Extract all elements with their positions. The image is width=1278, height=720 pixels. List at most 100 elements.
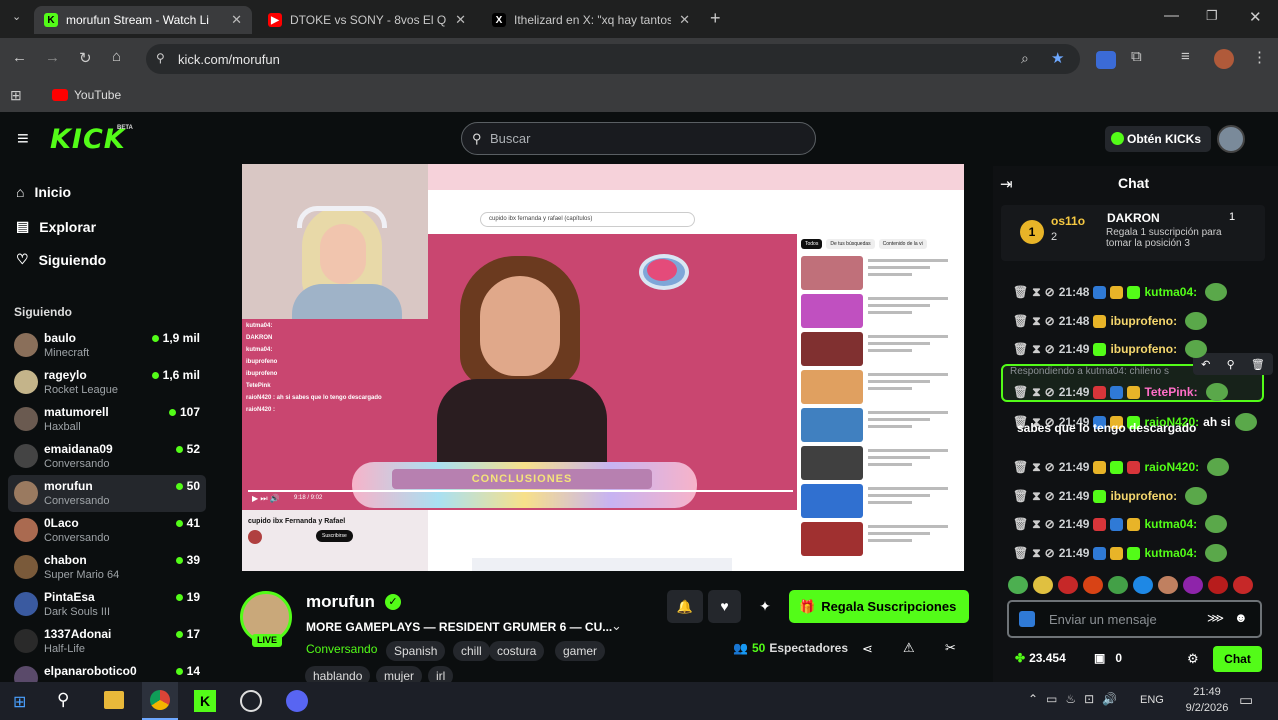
close-tab-icon[interactable]: ✕ <box>231 12 242 28</box>
expand-title-icon[interactable]: ⌄ <box>611 618 622 634</box>
ban-icon[interactable]: ⊘ <box>1045 517 1055 531</box>
emote-icon[interactable] <box>1083 576 1103 594</box>
language-indicator[interactable]: ENG <box>1140 694 1164 706</box>
trash-icon[interactable]: 🗑 <box>1013 285 1028 299</box>
hamburger-menu-icon[interactable]: ≡ <box>17 128 29 151</box>
trash-icon[interactable]: 🗑 <box>1013 546 1028 560</box>
back-icon[interactable]: ← <box>12 49 27 66</box>
subs-count[interactable]: ▣ 0 <box>1094 651 1122 665</box>
timeout-icon[interactable]: ⧗ <box>1032 517 1040 532</box>
video-player[interactable]: cupido ibx fernanda y rafael (capítulos)… <box>242 164 964 571</box>
chat-message[interactable]: 🗑 ⧗ ⊘ 21:49 raioN420: <box>1013 458 1230 476</box>
nav-following[interactable]: ♡ Siguiendo <box>16 251 106 268</box>
tab-search-icon[interactable]: ⌄ <box>12 10 21 23</box>
taskbar-search-icon[interactable]: ⚲ <box>57 690 69 710</box>
delete-icon[interactable]: 🗑 <box>1251 358 1265 371</box>
stream-tag[interactable]: Spanish <box>386 641 446 661</box>
extensions-puzzle-icon[interactable]: ⧉ <box>1131 48 1142 65</box>
chat-message[interactable]: 🗑 ⧗ ⊘ 21:49 kutma04: <box>1013 544 1228 562</box>
stream-tag[interactable]: chill <box>453 641 490 661</box>
kick-app-icon[interactable]: K <box>194 690 216 712</box>
sidebar-channel-rageylo[interactable]: rageylo Rocket League 1,6 mil <box>8 364 206 401</box>
sidebar-channel-morufun[interactable]: morufun Conversando 50 <box>8 475 206 512</box>
send-chat-button[interactable]: Chat <box>1213 646 1262 672</box>
clock-time[interactable]: 21:49 <box>1186 686 1228 698</box>
sidebar-channel-matumorell[interactable]: matumorell Haxball 107 <box>8 401 206 438</box>
clip-icon[interactable]: ✂ <box>945 640 956 656</box>
extension-icon[interactable] <box>1096 51 1116 69</box>
discord-icon[interactable] <box>286 690 308 712</box>
timeout-icon[interactable]: ⧗ <box>1032 489 1040 504</box>
bookmark-youtube[interactable]: YouTube <box>52 88 121 102</box>
home-icon[interactable]: ⌂ <box>112 48 121 65</box>
sidebar-channel-emaidana09[interactable]: emaidana09 Conversando 52 <box>8 438 206 475</box>
gift-button[interactable]: ✦ <box>750 590 780 623</box>
search-input[interactable]: ⚲ Buscar <box>461 122 816 155</box>
get-kicks-button[interactable]: Obtén KICKs <box>1105 126 1211 152</box>
notifications-bell-button[interactable]: 🔔 <box>667 590 703 623</box>
stream-tag[interactable]: costura <box>489 641 545 661</box>
trash-icon[interactable]: 🗑 <box>1013 385 1028 399</box>
reload-icon[interactable]: ↻ <box>79 49 92 67</box>
apps-grid-icon[interactable]: ⊞ <box>10 87 22 104</box>
kick-logo[interactable]: KICK <box>50 124 126 155</box>
close-window-icon[interactable]: ✕ <box>1249 8 1262 26</box>
stream-tag[interactable]: gamer <box>555 641 606 661</box>
emote-icon[interactable] <box>1133 576 1153 594</box>
tab-morufun[interactable]: K morufun Stream - Watch Li ✕ <box>34 6 252 34</box>
emote-icon[interactable] <box>1183 576 1203 594</box>
timeout-icon[interactable]: ⧗ <box>1032 342 1040 357</box>
chrome-taskbar-button[interactable] <box>142 682 178 720</box>
system-tray-icons[interactable]: ⌃▭♨⊡🔊 <box>1028 692 1125 706</box>
minimize-icon[interactable]: — <box>1164 7 1179 24</box>
kicks-balance[interactable]: ✤ 23.454 <box>1015 651 1066 665</box>
emote-icon[interactable] <box>1058 576 1078 594</box>
chat-settings-gear-icon[interactable]: ⚙ <box>1187 651 1199 667</box>
chat-username[interactable]: ibuprofeno: <box>1110 489 1177 503</box>
profile-avatar[interactable] <box>1214 49 1234 69</box>
stream-category[interactable]: Conversando <box>306 642 377 656</box>
bookmark-star-icon[interactable]: ★ <box>1051 49 1064 67</box>
timeout-icon[interactable]: ⧗ <box>1032 285 1040 300</box>
gift-subs-button[interactable]: 🎁 Regala Suscripciones <box>789 590 969 623</box>
collapse-chat-icon[interactable]: ⇥ <box>1000 175 1013 193</box>
chat-username[interactable]: ibuprofeno: <box>1110 314 1177 328</box>
sidebar-channel-baulo[interactable]: baulo Minecraft 1,9 mil <box>8 327 206 364</box>
trash-icon[interactable]: 🗑 <box>1013 489 1028 503</box>
emote-icon[interactable] <box>1008 576 1028 594</box>
trash-icon[interactable]: 🗑 <box>1013 342 1028 356</box>
chat-message[interactable]: 🗑 ⧗ ⊘ 21:48 kutma04: <box>1013 283 1228 301</box>
obs-icon[interactable] <box>240 690 262 712</box>
chat-message[interactable]: 🗑 ⧗ ⊘ 21:49 ibuprofeno: <box>1013 340 1208 358</box>
chat-username[interactable]: kutma04: <box>1144 546 1197 560</box>
chat-input[interactable]: Enviar un mensaje ⋙ ☻ <box>1007 600 1262 638</box>
clock-date[interactable]: 9/2/2026 <box>1181 702 1233 714</box>
chat-username[interactable]: kutma04: <box>1144 517 1197 531</box>
chat-username[interactable]: raioN420: <box>1144 460 1199 474</box>
media-controls-icon[interactable]: ≡ <box>1181 48 1190 65</box>
sidebar-channel-0laco[interactable]: 0Laco Conversando 41 <box>8 512 206 549</box>
close-tab-icon[interactable]: ✕ <box>455 12 466 28</box>
nav-explore[interactable]: ▤ Explorar <box>16 218 96 235</box>
ban-icon[interactable]: ⊘ <box>1045 385 1055 399</box>
ban-icon[interactable]: ⊘ <box>1045 546 1055 560</box>
ban-icon[interactable]: ⊘ <box>1045 342 1055 356</box>
emoji-icon[interactable]: ☻ <box>1234 610 1248 625</box>
site-info-icon[interactable]: ⚲ <box>156 51 165 65</box>
restore-icon[interactable]: ❐ <box>1206 8 1218 24</box>
emote-icon[interactable] <box>1233 576 1253 594</box>
chat-username[interactable]: kutma04: <box>1144 285 1197 299</box>
emote-icon[interactable] <box>1208 576 1228 594</box>
reply-icon[interactable]: ↶ <box>1201 358 1210 371</box>
file-explorer-icon[interactable] <box>104 691 124 709</box>
tab-x[interactable]: X Ithelizard en X: "xq hay tantos p ✕ <box>482 6 700 34</box>
nav-home[interactable]: ⌂ Inicio <box>16 184 71 200</box>
windows-start-icon[interactable]: ⊞ <box>13 692 26 712</box>
ban-icon[interactable]: ⊘ <box>1045 489 1055 503</box>
commands-icon[interactable]: ⋙ <box>1207 611 1224 625</box>
timeout-icon[interactable]: ⧗ <box>1032 314 1040 329</box>
chat-message[interactable]: 🗑 ⧗ ⊘ 21:49 ibuprofeno: <box>1013 487 1208 505</box>
report-icon[interactable]: ⚠ <box>903 640 915 656</box>
timeout-icon[interactable]: ⧗ <box>1032 546 1040 561</box>
follow-heart-button[interactable]: ♥ <box>708 590 741 623</box>
